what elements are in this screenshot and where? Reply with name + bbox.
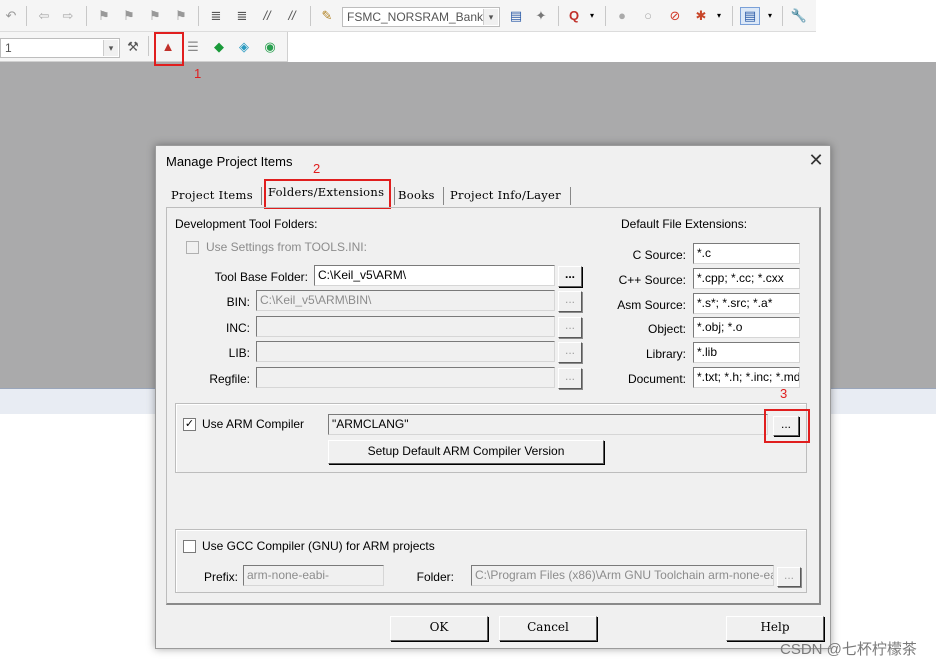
breakpoint-icon[interactable]: ● (614, 8, 630, 24)
prefix-input: arm-none-eabi- (243, 565, 384, 586)
regfile-label: Regfile: (209, 372, 250, 386)
highlight-box-3 (764, 409, 810, 443)
breakpoints-dropdown-icon[interactable]: ▾ (711, 8, 727, 24)
document-input[interactable]: *.txt; *.h; *.inc; *.md (693, 367, 800, 388)
chevron-down-icon: ▾ (103, 40, 118, 56)
extensions-heading: Default File Extensions: (621, 217, 748, 231)
annotation-number-1: 1 (194, 66, 202, 81)
window-layout-icon[interactable]: ▤ (740, 7, 760, 25)
watermark: CSDN @七杯柠檬茶 (780, 641, 917, 658)
file-extensions-icon[interactable]: ☰ (185, 39, 201, 55)
target-combo[interactable]: FSMC_NORSRAM_Bank ▾ (342, 7, 500, 27)
dev-folders-heading: Development Tool Folders: (175, 217, 318, 231)
find-in-files-icon[interactable]: ✎ (319, 8, 335, 24)
prefix-label: Prefix: (203, 570, 238, 584)
highlight-box-1 (154, 32, 184, 66)
use-gcc-compiler-checkbox[interactable] (183, 540, 196, 553)
incremental-find-icon[interactable]: ✦ (533, 8, 549, 24)
dialog-title: Manage Project Items (166, 154, 293, 169)
c-source-input[interactable]: *.c (693, 243, 800, 264)
ok-button[interactable]: OK (390, 616, 488, 641)
lib-label: LIB: (228, 346, 250, 360)
c-source-label: C Source: (632, 248, 686, 262)
library-label: Library: (645, 347, 686, 361)
bin-label: BIN: (226, 295, 250, 309)
tool-base-folder-label: Tool Base Folder: (214, 270, 308, 284)
build-toolbar: 1 ▾ ⚒ ▲ ☰ ◆ ◈ ◉ (0, 32, 288, 62)
asm-source-label: Asm Source: (617, 298, 686, 312)
comment-icon[interactable]: // (259, 8, 275, 24)
lib-browse-button: ... (558, 342, 582, 363)
asm-source-input[interactable]: *.s*; *.src; *.a* (693, 293, 800, 314)
use-arm-compiler-checkbox[interactable]: ✓ (183, 418, 196, 431)
cpp-source-label: C++ Source: (618, 273, 686, 287)
use-tools-ini-checkbox (186, 241, 199, 254)
find-icon[interactable]: ▤ (508, 8, 524, 24)
tool-base-browse-button[interactable]: ... (558, 266, 582, 287)
regfile-input (256, 367, 555, 388)
tab-books[interactable]: Books (394, 185, 439, 206)
lib-input (256, 341, 555, 362)
clear-bookmarks-icon[interactable]: ⚑ (173, 8, 189, 24)
layout-dropdown-icon[interactable]: ▾ (762, 8, 778, 24)
prev-bookmark-icon[interactable]: ⚑ (121, 8, 137, 24)
document-label: Document: (627, 372, 686, 386)
highlight-box-2 (264, 179, 391, 209)
use-arm-compiler-label: Use ARM Compiler (202, 417, 305, 431)
debug-icon[interactable]: Q (566, 8, 582, 24)
kill-breakpoints-icon[interactable]: ⊘ (667, 8, 683, 24)
gcc-folder-input: C:\Program Files (x86)\Arm GNU Toolchain… (471, 565, 774, 586)
uncomment-icon[interactable]: // (284, 8, 300, 24)
annotation-number-3: 3 (780, 386, 788, 401)
unindent-icon[interactable]: ≣ (234, 8, 250, 24)
folder-label: Folder: (416, 570, 454, 584)
inc-browse-button: ... (558, 317, 582, 338)
disable-breakpoint-icon[interactable]: ○ (640, 8, 656, 24)
chevron-down-icon: ▾ (483, 9, 498, 25)
undo-icon[interactable]: ↶ (3, 8, 19, 24)
gcc-folder-browse-button: ... (777, 567, 801, 587)
annotation-number-2: 2 (313, 161, 321, 176)
cancel-button[interactable]: Cancel (499, 616, 597, 641)
tab-project-items[interactable]: Project Items (167, 185, 257, 206)
forward-icon[interactable]: ⇨ (60, 8, 76, 24)
debug-dropdown-icon[interactable]: ▾ (584, 8, 600, 24)
bookmark-icon[interactable]: ⚑ (96, 8, 112, 24)
back-icon[interactable]: ⇦ (36, 8, 52, 24)
setup-arm-compiler-button[interactable]: Setup Default ARM Compiler Version (328, 440, 604, 464)
close-icon[interactable]: ✕ (806, 150, 826, 170)
target-select[interactable]: 1 ▾ (0, 38, 120, 58)
tab-project-info-layer[interactable]: Project Info/Layer (446, 185, 565, 206)
bin-browse-button: ... (558, 291, 582, 312)
options-for-target-icon[interactable]: ⚒ (125, 39, 141, 55)
regfile-browse-button: ... (558, 368, 582, 389)
manage-project-items-dialog: Manage Project Items ✕ 2 Project Items F… (155, 145, 831, 649)
main-toolbar: ↶ ⇦ ⇨ ⚑ ⚑ ⚑ ⚑ ≣ ≣ // // ✎ FSMC_NORSRAM_B… (0, 0, 816, 32)
configure-icon[interactable]: 🔧 (791, 8, 807, 24)
library-input[interactable]: *.lib (693, 342, 800, 363)
next-bookmark-icon[interactable]: ⚑ (147, 8, 163, 24)
use-tools-ini-label: Use Settings from TOOLS.INI: (206, 240, 367, 254)
use-gcc-compiler-label: Use GCC Compiler (GNU) for ARM projects (202, 539, 435, 553)
bin-input: C:\Keil_v5\ARM\BIN\ (256, 290, 555, 311)
inc-input (256, 316, 555, 337)
object-label: Object: (647, 322, 686, 336)
manage-rte-green-icon[interactable]: ◉ (262, 39, 278, 55)
inc-label: INC: (226, 321, 250, 335)
select-packs-icon[interactable]: ◆ (211, 39, 227, 55)
manage-rte-icon[interactable]: ◈ (236, 39, 252, 55)
indent-icon[interactable]: ≣ (208, 8, 224, 24)
tool-base-folder-input[interactable]: C:\Keil_v5\ARM\ (314, 265, 555, 286)
cpp-source-input[interactable]: *.cpp; *.cc; *.cxx (693, 268, 800, 289)
object-input[interactable]: *.obj; *.o (693, 317, 800, 338)
kill-all-breakpoints-icon[interactable]: ✱ (693, 8, 709, 24)
arm-compiler-field: "ARMCLANG" (328, 414, 768, 435)
